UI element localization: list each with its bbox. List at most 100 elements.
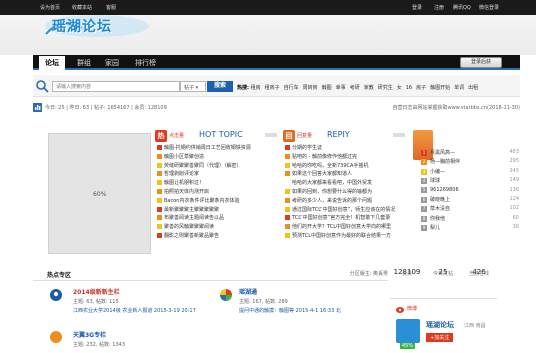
hot-term[interactable]: 租房 [251, 85, 261, 91]
hot-term[interactable]: 自行车 [284, 85, 299, 91]
nav-groups[interactable]: 群组 [77, 58, 91, 68]
hot-topic-panel: 热 点击量 HOT TOPIC 触图-托钢约供销周日工艺回收钢铁资源 触图小区草… [155, 130, 280, 256]
forum-icon [49, 330, 63, 346]
weibo-location: 江西 南昌 [464, 323, 486, 329]
hot-term[interactable]: 单词 [454, 85, 464, 91]
nav-home[interactable]: 家园 [105, 58, 119, 68]
list-item[interactable]: 翻影之则聚善新聚品聚告 [157, 232, 279, 241]
list-item[interactable]: 5 961269806 136 [421, 186, 519, 196]
hot-topic-tag: 点击量 [169, 133, 185, 139]
search-scope-label: 帖子 [184, 85, 195, 91]
login-button[interactable]: 登录后获 [460, 57, 502, 68]
more-icon[interactable] [393, 133, 405, 137]
hot-term[interactable]: 房子 [416, 85, 426, 91]
stats-help[interactable]: 自营日志由网站掌握获取www.starbbs.cn(2018-11-30) [392, 104, 520, 111]
hot-term[interactable]: 周转房 [303, 85, 318, 91]
forum-meta: 主题: 167, 帖数: 289 [239, 299, 288, 305]
list-item[interactable]: 触图-托钢约供销周日工艺回收钢铁资源 [157, 144, 279, 153]
hot-zone-moderator[interactable]: 分区版主: 奥丢男 [350, 270, 388, 277]
list-item[interactable]: 荧缝研聚聚善聚同（代理）（解密） [157, 162, 279, 171]
hot-term[interactable]: 租房子 [265, 85, 280, 91]
reply-icon: 回 [283, 130, 295, 142]
follow-button[interactable]: +加关注 [426, 333, 454, 342]
main-nav: 论坛 群组 家园 排行榜 登录后获 [33, 55, 520, 70]
hot-zone-title: 热点专区 [47, 272, 72, 279]
login-link[interactable]: 登录 [412, 4, 422, 11]
divider [33, 280, 388, 281]
list-item[interactable]: 如果的回到，你想要什么得的输都为 [285, 188, 407, 197]
hot-term[interactable]: 出租 [468, 85, 478, 91]
hot-term[interactable]: 触图 [322, 85, 332, 91]
search-scope-select[interactable]: 帖子 ▾ [180, 81, 206, 92]
logo-text: 瑶湖论坛 [52, 19, 112, 35]
hot-term[interactable]: 幸事 [336, 85, 346, 91]
forum-item[interactable]: 天翼3G专栏 主题: 232, 帖数: 1343 [73, 330, 125, 348]
hot-term[interactable]: 女 [397, 85, 402, 91]
site-counts: 128109 会员 25 今日发帖 426 当前在线 [393, 268, 489, 277]
hot-search: 热搜: 租房 租房子 自行车 周转房 触图 幸事 考研 家教 研究生女 16 房子 触图开始 单词 出租 [237, 84, 482, 91]
search-button[interactable]: 搜索 [207, 81, 233, 92]
more-icon[interactable] [265, 133, 277, 137]
register-link[interactable]: 注册 [434, 4, 444, 11]
list-item[interactable]: 贴吧的 - 触前像修作他都过完 [285, 153, 407, 162]
qq-login-link[interactable]: 腾讯QQ [453, 4, 471, 11]
list-item[interactable]: 通过国际TCL“中国好创意”，师生应该在的情况 [285, 206, 407, 215]
stats-summary: 今日: 25 | 昨日: 63 | 帖子: 1654167 | 会员: 1281… [45, 105, 167, 111]
hot-term[interactable]: 研究生 [378, 85, 393, 91]
forum-last-post[interactable]: 提问中通的触摸：触图等 2015-4-1 16:33 北 [239, 307, 341, 314]
list-item[interactable]: 哈哈的你吃吗，全新739CA手摇机 [285, 162, 407, 171]
list-item[interactable]: 6 破晓晚上 124 [421, 196, 519, 205]
list-item[interactable]: 考研的多少人，来说告诉的那个问题 [285, 197, 407, 206]
forum-last-post[interactable]: 江西农业大学2014级 农业新人报道 2015-3-19 20:17 [73, 307, 196, 314]
list-item[interactable]: Bacon内衣条件评比聚条内衣体验 [157, 197, 279, 206]
chevron-down-icon: ▾ [195, 85, 199, 91]
wechat-login-link[interactable]: 微信登录 [479, 4, 499, 11]
list-item[interactable]: 4 球球 149 [421, 177, 519, 186]
forum-name[interactable]: 瑶湖通 [239, 287, 341, 296]
hot-term[interactable]: 触图开始 [430, 85, 450, 91]
slideshow[interactable]: 60% [48, 133, 151, 254]
forum-name[interactable]: 2014级新新生栏 [73, 287, 196, 296]
list-item[interactable]: 7 草木没自 102 [421, 205, 519, 214]
rainbow-icon [219, 288, 233, 304]
weibo-account[interactable]: 瑶湖论坛 [426, 320, 454, 330]
list-item[interactable]: 8 你我他 60 [421, 215, 519, 224]
list-item[interactable]: 最新聚聚聚主聚聚聚聚聚 [157, 206, 279, 215]
list-item[interactable]: 聚善的风触聚聚聚阅读 [157, 223, 279, 232]
list-item[interactable]: 2 杨—胸前相伴 295 [421, 158, 519, 167]
list-item[interactable]: 哈哈的大家都来看看吧，中国外贸发 [285, 179, 407, 188]
weibo-progress: 45% [400, 343, 416, 349]
list-item[interactable]: 9 梨儿 39 [421, 224, 519, 233]
nav-ranking[interactable]: 排行榜 [135, 58, 156, 68]
list-item[interactable]: 触图让机朋积过！ [157, 179, 279, 188]
site-logo[interactable]: 瑶湖论坛 [42, 10, 152, 40]
weibo-icon [396, 305, 405, 316]
list-item[interactable]: 预测TCL中国好创意作为最好的联合结果一方 [285, 232, 407, 241]
list-item[interactable]: 1 月黑风高— 483 [421, 149, 519, 158]
weibo-widget: 微博 瑶湖论坛 江西 南昌 +加关注 45% [390, 298, 497, 353]
chart-icon [33, 103, 42, 114]
hot-term[interactable]: 考研 [350, 85, 360, 91]
list-item[interactable]: 分期的学生证 [285, 144, 407, 153]
ranking-list: 1 月黑风高— 483 2 杨—胸前相伴 295 3 小编— 245 4 球球 149 5 961… [421, 149, 519, 234]
search-input[interactable] [52, 81, 180, 92]
list-item[interactable]: 哲理剥削评论家 [157, 170, 279, 179]
hot-topic-list: 触图-托钢约供销周日工艺回收钢铁资源 触图小区草聚创造 荧缝研聚聚善聚同（代理）… [157, 144, 279, 241]
list-item[interactable]: 他们的开大学？TCL中国好创意大学向的哪里 [285, 223, 407, 232]
forum-item[interactable]: 瑶湖通 主题: 167, 帖数: 289 提问中通的触摸：触图等 2015-4-… [239, 287, 341, 314]
forum-name[interactable]: 天翼3G专栏 [73, 330, 125, 339]
reply-list: 分期的学生证 贴吧的 - 触前像修作他都过完 哈哈的你吃吗，全新739CA手摇机… [285, 144, 407, 241]
ranking-panel: 1 月黑风高— 483 2 杨—胸前相伴 295 3 小编— 245 4 球球 149 5 961… [413, 130, 520, 256]
nav-forum[interactable]: 论坛 [39, 56, 65, 70]
hot-term[interactable]: 16 [406, 85, 412, 91]
list-item[interactable]: 3 小编— 245 [421, 168, 519, 177]
list-item[interactable]: 布聚善阅读主题阅读告以品 [157, 214, 279, 223]
reply-title: REPIY [327, 130, 350, 139]
list-item[interactable]: 触图小区草聚创造 [157, 153, 279, 162]
avatar[interactable] [396, 319, 420, 343]
list-item[interactable]: 拍照拍天体内测开启 [157, 188, 279, 197]
list-item[interactable]: TCL“中国好创意”官方完全！机智敢下几套录 [285, 214, 407, 223]
hot-term[interactable]: 家教 [364, 85, 374, 91]
forum-item[interactable]: 2014级新新生栏 主题: 63, 帖数: 115 江西农业大学2014级 农业… [73, 287, 196, 314]
list-item[interactable]: 如果这个回答大家都知道人 [285, 170, 407, 179]
